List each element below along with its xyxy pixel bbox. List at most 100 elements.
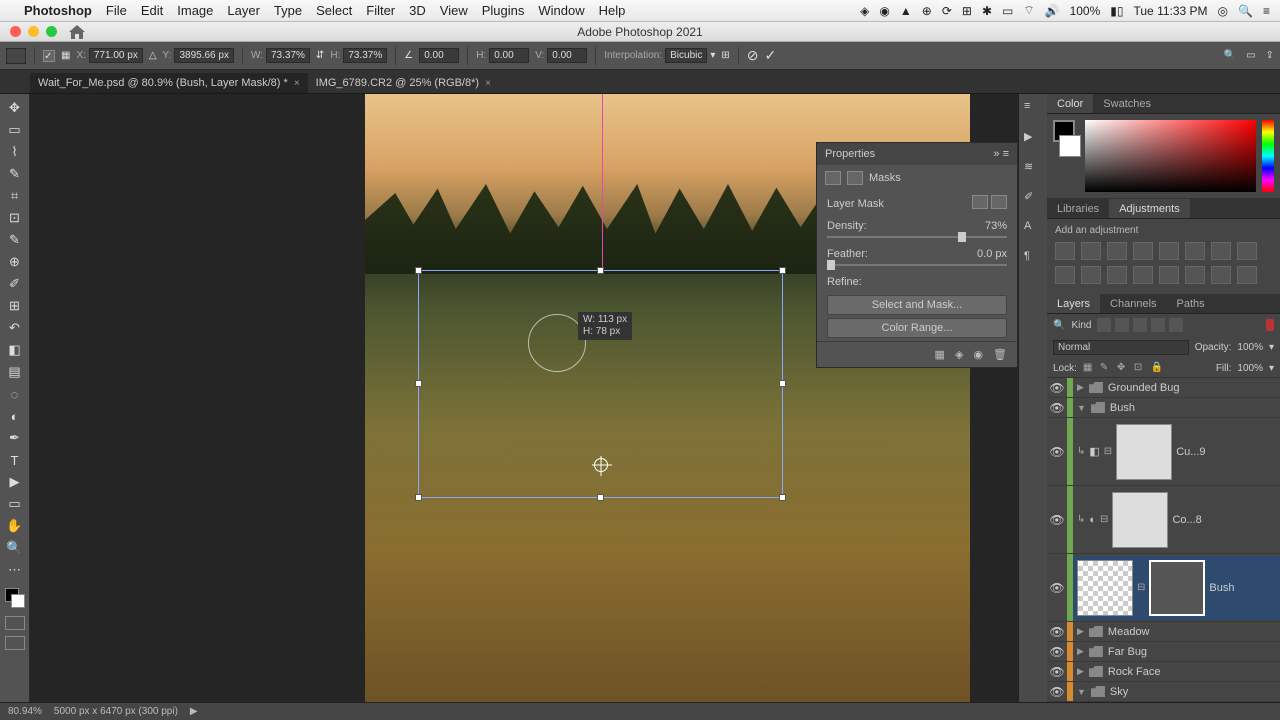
zoom-tool[interactable]: 🔍 xyxy=(3,538,27,558)
menu-plugins[interactable]: Plugins xyxy=(482,3,525,18)
handle-bm[interactable] xyxy=(597,494,604,501)
handle-mr[interactable] xyxy=(779,380,786,387)
handle-bl[interactable] xyxy=(415,494,422,501)
menu-help[interactable]: Help xyxy=(599,3,626,18)
brightness-icon[interactable] xyxy=(1055,242,1075,260)
curves-icon[interactable] xyxy=(1107,242,1127,260)
color-range-button[interactable]: Color Range... xyxy=(827,318,1007,338)
channel-mixer-icon[interactable] xyxy=(1081,266,1101,284)
posterize-icon[interactable] xyxy=(1159,266,1179,284)
color-picker-field[interactable] xyxy=(1085,120,1256,192)
hue-sat-icon[interactable] xyxy=(1185,242,1205,260)
rectangle-tool[interactable]: ▭ xyxy=(3,494,27,514)
color-tab[interactable]: Color xyxy=(1047,94,1093,113)
visibility-toggle[interactable]: 👁 xyxy=(1047,445,1067,459)
menu-view[interactable]: View xyxy=(440,3,468,18)
link-wh-icon[interactable]: ⇵ xyxy=(316,50,324,61)
display-icon[interactable]: ▭ xyxy=(1002,4,1013,18)
handle-tr[interactable] xyxy=(779,267,786,274)
visibility-toggle[interactable]: 👁 xyxy=(1047,645,1067,659)
home-icon[interactable] xyxy=(69,25,85,39)
pixel-mask-icon[interactable] xyxy=(825,171,841,185)
actions-icon[interactable]: ▶ xyxy=(1024,130,1042,146)
doc-tab-wait-for-me[interactable]: Wait_For_Me.psd @ 80.9% (Bush, Layer Mas… xyxy=(30,73,308,93)
layer-group-grounded-bug[interactable]: 👁 ▶Grounded Bug xyxy=(1047,378,1280,398)
menu-3d[interactable]: 3D xyxy=(409,3,426,18)
select-and-mask-button[interactable]: Select and Mask... xyxy=(827,295,1007,315)
skew-v[interactable]: 0.00 xyxy=(547,48,587,63)
close-icon[interactable]: × xyxy=(485,78,491,89)
close-window-button[interactable] xyxy=(10,26,21,37)
triangle-icon[interactable]: △ xyxy=(149,50,157,61)
warp-icon[interactable]: ⊞ xyxy=(721,50,729,61)
menu-image[interactable]: Image xyxy=(177,3,213,18)
pen-tool[interactable]: ✒ xyxy=(3,428,27,448)
lock-transparency-icon[interactable]: ▦ xyxy=(1083,362,1095,374)
close-icon[interactable]: × xyxy=(294,78,300,89)
filter-smart-icon[interactable] xyxy=(1169,318,1183,332)
handle-ml[interactable] xyxy=(415,380,422,387)
commit-transform-icon[interactable]: ✓ xyxy=(765,47,777,64)
blend-mode-select[interactable]: Normal xyxy=(1053,340,1189,355)
adjustments-tab[interactable]: Adjustments xyxy=(1109,199,1190,218)
fill-value[interactable]: 100% xyxy=(1237,363,1263,374)
color-swatches[interactable] xyxy=(3,586,27,610)
layer-group-rock-face[interactable]: 👁 ▶Rock Face xyxy=(1047,662,1280,682)
add-vector-mask-icon[interactable] xyxy=(991,195,1007,209)
mask-thumbnail[interactable] xyxy=(1116,424,1172,480)
handle-tm[interactable] xyxy=(597,267,604,274)
channels-tab[interactable]: Channels xyxy=(1100,294,1166,313)
panel-collapse-icon[interactable]: » ≡ xyxy=(993,148,1009,160)
visibility-toggle[interactable]: 👁 xyxy=(1047,513,1067,527)
angle-value[interactable]: 0.00 xyxy=(419,48,459,63)
photo-filter-icon[interactable] xyxy=(1055,266,1075,284)
x-value[interactable]: 771.00 px xyxy=(89,48,143,63)
lock-position-icon[interactable]: ✥ xyxy=(1117,362,1129,374)
menu-icon[interactable]: ≡ xyxy=(1263,4,1270,18)
menu-window[interactable]: Window xyxy=(538,3,584,18)
transform-pivot[interactable] xyxy=(594,458,608,472)
screenmode-toggle[interactable] xyxy=(5,636,25,650)
layer-group-sky[interactable]: 👁 ▼Sky xyxy=(1047,682,1280,702)
share-icon[interactable]: ⇪ xyxy=(1266,50,1274,61)
swatches-tab[interactable]: Swatches xyxy=(1093,94,1161,113)
frame-tool[interactable]: ⊡ xyxy=(3,208,27,228)
filter-type-icon[interactable] xyxy=(1133,318,1147,332)
lock-nested-icon[interactable]: ⊡ xyxy=(1134,362,1146,374)
density-slider[interactable] xyxy=(827,236,1007,238)
brush-tool[interactable]: ✐ xyxy=(3,274,27,294)
crop-tool[interactable]: ⌗ xyxy=(3,186,27,206)
visibility-toggle[interactable]: 👁 xyxy=(1047,625,1067,639)
brush-settings-icon[interactable]: ✐ xyxy=(1024,190,1042,206)
gradient-tool[interactable]: ▤ xyxy=(3,362,27,382)
color-lookup-icon[interactable] xyxy=(1107,266,1127,284)
layer-co8[interactable]: 👁 ↳ ◐ ⊟ Co...8 xyxy=(1047,486,1280,554)
quickmask-toggle[interactable] xyxy=(5,616,25,630)
paragraph-icon[interactable]: ¶ xyxy=(1024,250,1042,266)
vector-mask-icon[interactable] xyxy=(847,171,863,185)
libraries-tab[interactable]: Libraries xyxy=(1047,199,1109,218)
blur-tool[interactable]: ◌ xyxy=(3,384,27,404)
filter-search-icon[interactable]: 🔍 xyxy=(1053,320,1065,331)
lock-all-icon[interactable]: 🔒 xyxy=(1151,362,1163,374)
visibility-toggle[interactable]: 👁 xyxy=(1047,581,1067,595)
spotlight-icon[interactable]: 🔍 xyxy=(1238,4,1253,18)
vibrance-icon[interactable] xyxy=(1159,242,1179,260)
selective-color-icon[interactable] xyxy=(1237,266,1257,284)
cancel-transform-icon[interactable]: ⊘ xyxy=(747,47,759,64)
menu-edit[interactable]: Edit xyxy=(141,3,163,18)
history-icon[interactable]: ≡ xyxy=(1024,100,1042,116)
hand-tool[interactable]: ✋ xyxy=(3,516,27,536)
tool-preset-picker[interactable] xyxy=(6,48,26,64)
gradient-map-icon[interactable] xyxy=(1211,266,1231,284)
skew-h[interactable]: 0.00 xyxy=(489,48,529,63)
reference-point-icon[interactable]: ▦ xyxy=(61,50,70,61)
marquee-tool[interactable]: ▭ xyxy=(3,120,27,140)
history-brush-tool[interactable]: ↶ xyxy=(3,318,27,338)
canvas[interactable]: W: 113 px H: 78 px Properties » ≡ Masks … xyxy=(30,94,1018,702)
bluetooth-icon[interactable]: ✱ xyxy=(982,4,992,18)
reference-point-toggle[interactable]: ✓ xyxy=(43,50,55,62)
mask-thumbnail[interactable] xyxy=(1112,492,1168,548)
workspace-icon[interactable]: ▭ xyxy=(1246,50,1255,61)
character-icon[interactable]: A xyxy=(1024,220,1042,236)
